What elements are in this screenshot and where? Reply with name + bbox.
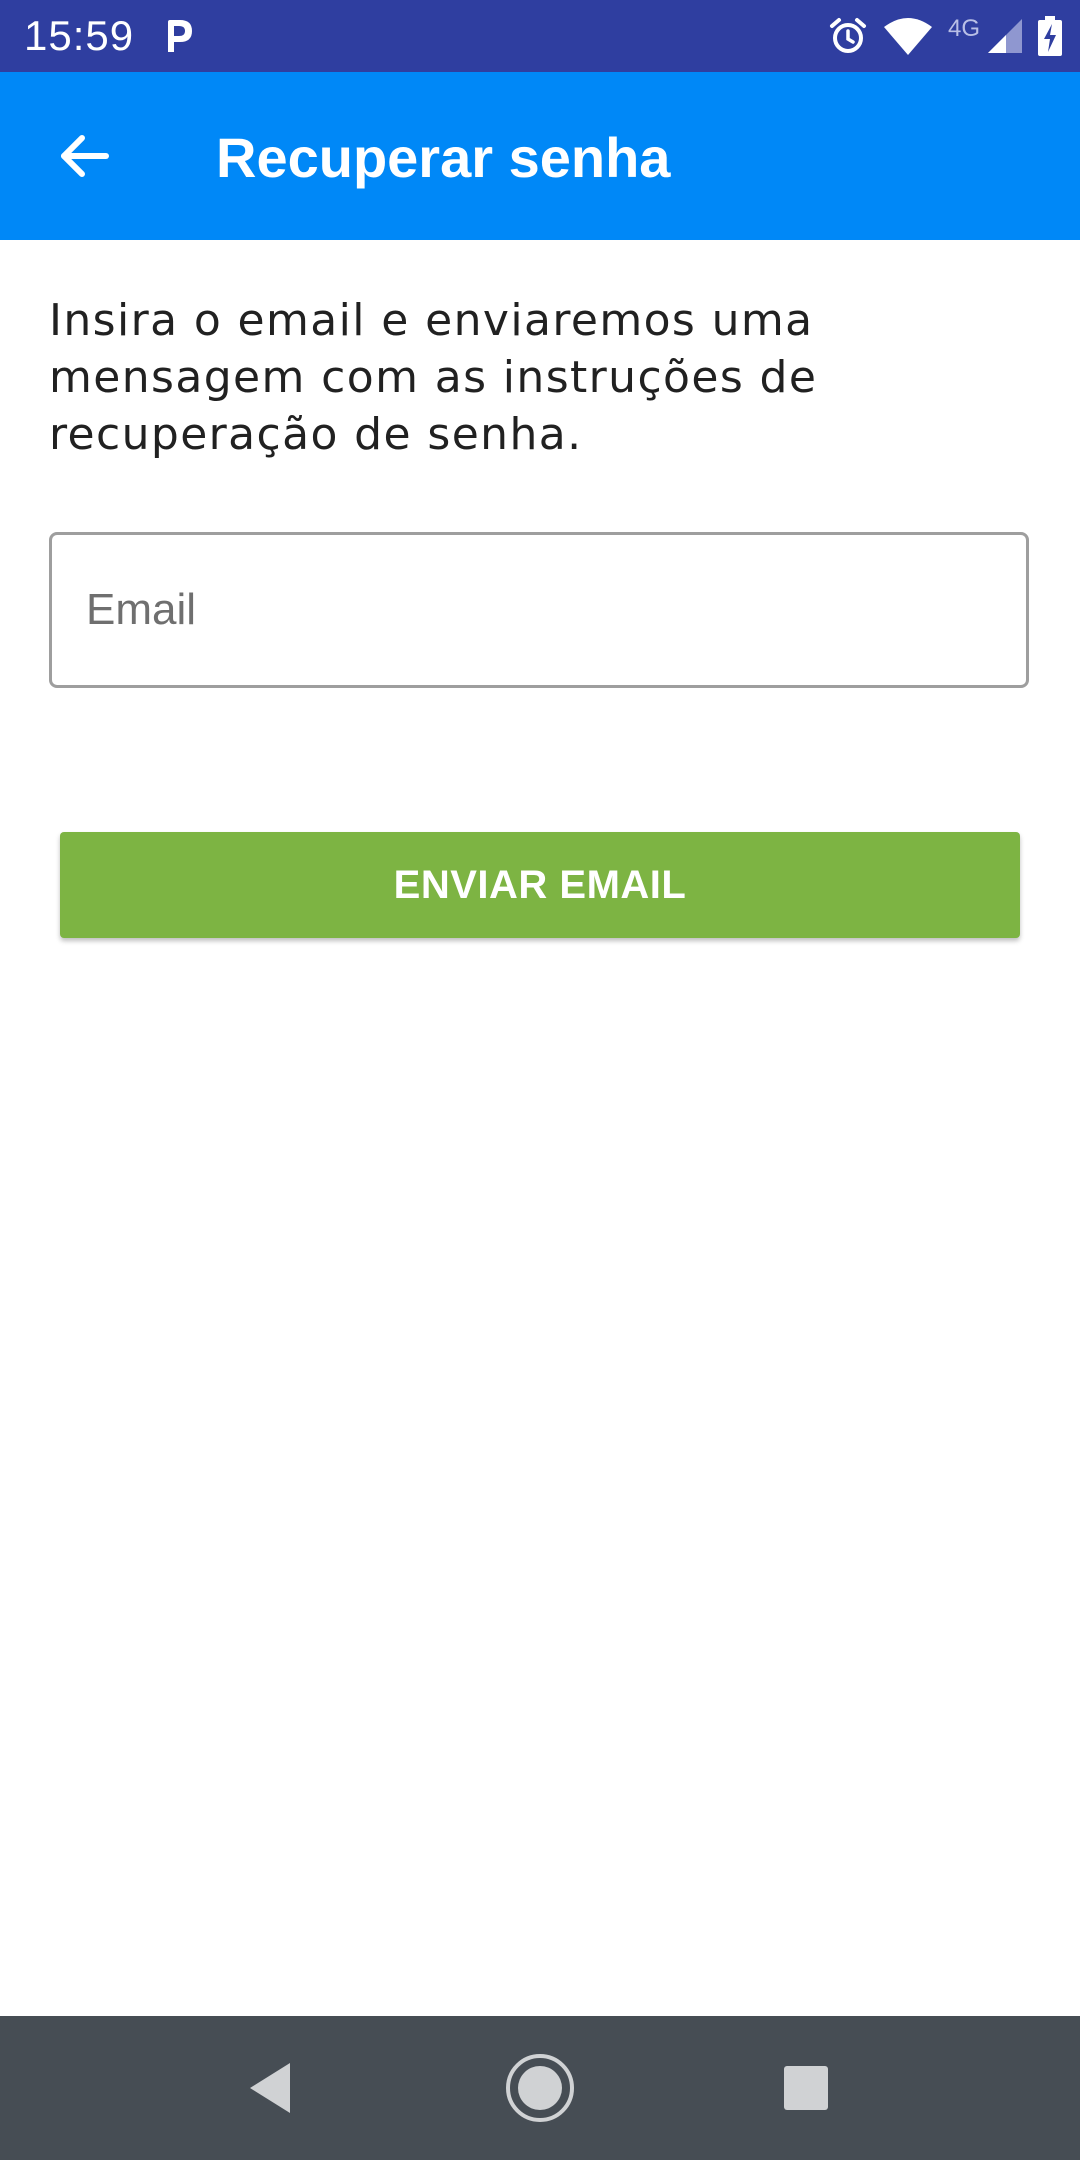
parking-app-icon: [160, 16, 196, 56]
battery-charging-icon: [1038, 16, 1062, 56]
send-email-button[interactable]: ENVIAR EMAIL: [60, 832, 1020, 938]
email-field[interactable]: [49, 532, 1029, 688]
email-input[interactable]: [86, 535, 986, 685]
network-type-label: 4G: [947, 15, 980, 42]
back-button[interactable]: [42, 114, 126, 198]
alarm-icon: [828, 16, 868, 56]
nav-home-icon: [506, 2054, 574, 2122]
instructions-text: Insira o email e enviaremos uma mensagem…: [49, 295, 818, 460]
status-icons: 4G: [828, 10, 1062, 62]
navigation-bar: [0, 2016, 1080, 2160]
page-title: Recuperar senha: [216, 126, 671, 189]
wifi-icon: [883, 17, 932, 55]
app-bar: Recuperar senha: [0, 72, 1080, 240]
nav-recents-button[interactable]: [764, 2046, 848, 2130]
nav-recents-icon: [784, 2066, 828, 2110]
nav-back-button[interactable]: [228, 2046, 312, 2130]
arrow-back-icon: [61, 135, 109, 177]
cell-signal-icon: [988, 19, 1022, 53]
status-time: 15:59: [24, 12, 135, 59]
status-bar: 15:59 4G: [0, 0, 1080, 72]
nav-back-icon: [250, 2063, 290, 2113]
nav-home-button[interactable]: [498, 2046, 582, 2130]
